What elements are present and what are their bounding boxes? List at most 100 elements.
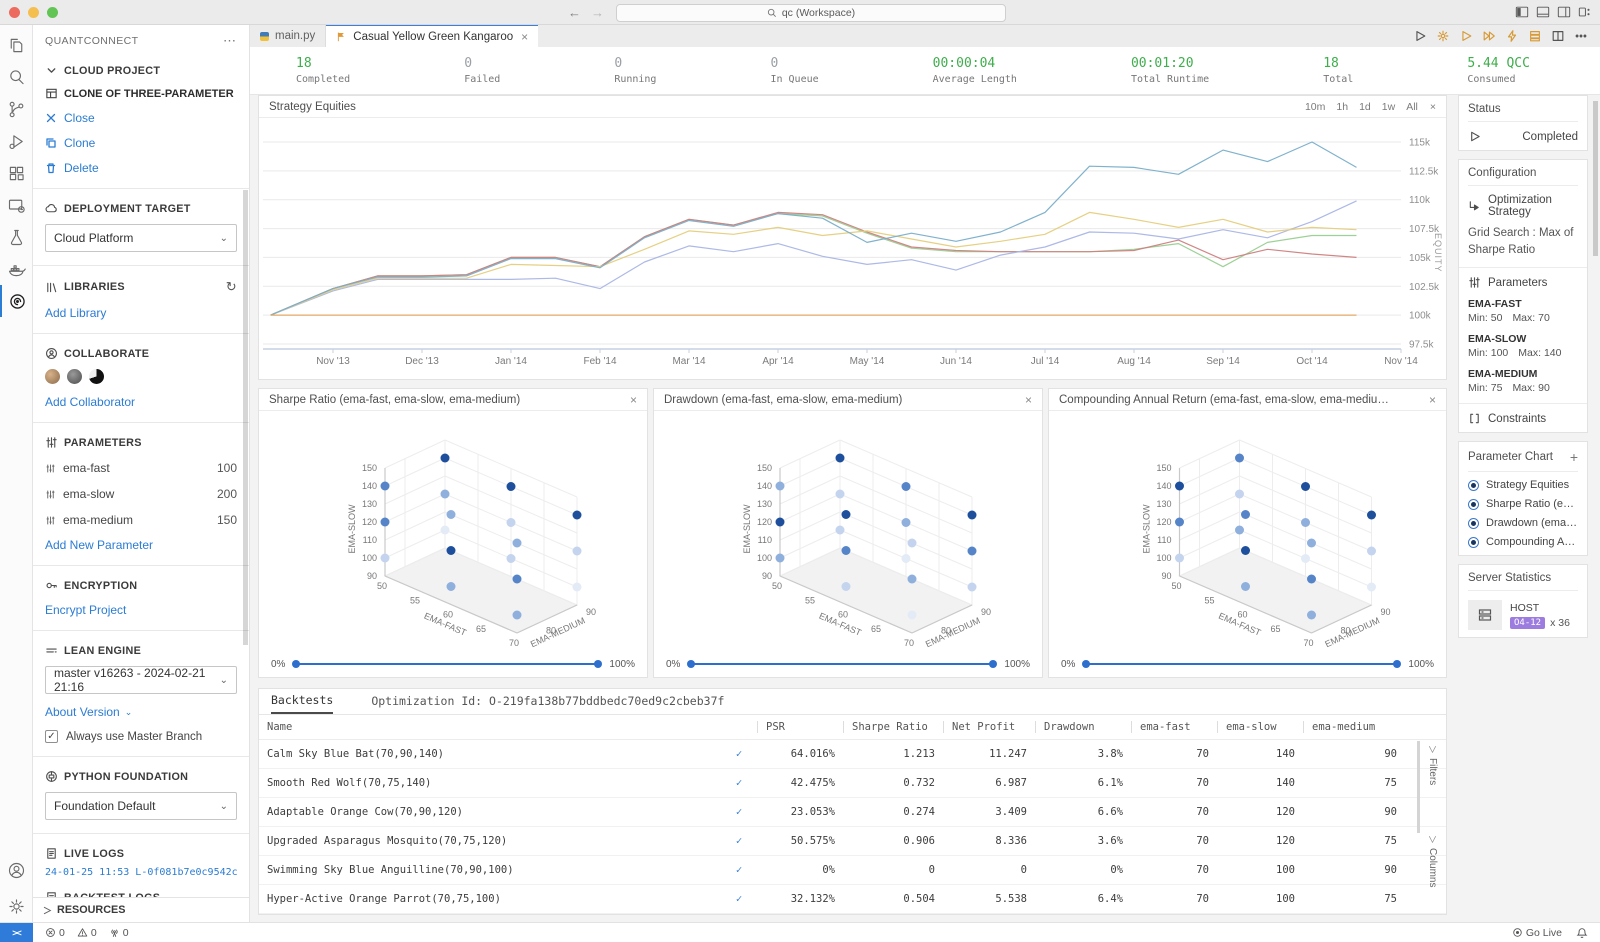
sidebar-more-icon[interactable]: ⋯ — [223, 33, 237, 49]
column-header-psr[interactable]: PSR — [757, 721, 843, 733]
notifications-bell-icon[interactable] — [1576, 927, 1588, 939]
backtest-row[interactable]: Adaptable Orange Cow(70,90,120)✓23.053%0… — [259, 798, 1446, 827]
minimize-window-button[interactable] — [28, 7, 39, 18]
encrypt-project-button[interactable]: Encrypt Project — [45, 603, 237, 617]
close-project-button[interactable]: Close — [45, 111, 237, 125]
checkbox-checked[interactable]: ✓ — [45, 730, 58, 743]
docker-icon[interactable] — [0, 253, 33, 285]
close-panel-icon[interactable]: × — [630, 393, 637, 407]
slider-handle-min[interactable] — [687, 660, 695, 668]
range-1w[interactable]: 1w — [1382, 101, 1395, 113]
filters-rail-button[interactable]: ＞ Filters — [1426, 745, 1439, 785]
testing-icon[interactable] — [0, 221, 33, 253]
optimize-fast-forward-icon[interactable] — [1482, 29, 1496, 43]
close-panel-icon[interactable]: × — [1429, 393, 1436, 407]
more-actions-icon[interactable] — [1574, 29, 1588, 43]
avatar[interactable] — [45, 369, 60, 384]
chart-option-compounding-annual[interactable]: Compounding Annual ... — [1468, 536, 1578, 548]
clone-project-button[interactable]: Clone — [45, 136, 237, 150]
backtest-row[interactable]: Calm Sky Blue Bat(70,90,140)✓64.016%1.21… — [259, 740, 1446, 769]
account-icon[interactable] — [0, 854, 33, 886]
extensions-icon[interactable] — [0, 157, 33, 189]
slider-handle-max[interactable] — [989, 660, 997, 668]
backtests-tab[interactable]: Backtests — [271, 693, 333, 714]
go-live-button[interactable]: Go Live — [1512, 927, 1562, 939]
zoom-window-button[interactable] — [47, 7, 58, 18]
parameter-ema-medium[interactable]: ema-medium150 — [45, 513, 237, 527]
chart-option-sharpe-ratio-ema-fast[interactable]: Sharpe Ratio (ema-fast... — [1468, 498, 1578, 510]
add-collaborator-button[interactable]: Add Collaborator — [45, 395, 237, 409]
backtest-row[interactable]: Smooth Red Wolf(70,75,140)✓42.475%0.7326… — [259, 769, 1446, 798]
toggle-sidebar-icon[interactable] — [1515, 5, 1529, 19]
range-1d[interactable]: 1d — [1359, 101, 1371, 113]
refresh-icon[interactable]: ↻ — [226, 279, 237, 295]
window-controls[interactable] — [9, 7, 58, 18]
lean-version-select[interactable]: master v16263 - 2024-02-21 21:16 ⌄ — [45, 666, 237, 694]
server-stack-icon[interactable] — [1528, 29, 1542, 43]
column-header-name[interactable]: Name — [259, 721, 721, 733]
tab-optimization-result[interactable]: Casual Yellow Green Kangaroo × — [326, 25, 538, 47]
table-scrollbar[interactable] — [1417, 741, 1420, 833]
ports-indicator[interactable]: 0 — [109, 927, 129, 939]
backtest-play-icon[interactable] — [1459, 29, 1473, 43]
resources-section[interactable]: ＞ RESOURCES — [33, 897, 249, 922]
slider-track[interactable] — [688, 663, 996, 665]
run-icon[interactable] — [1413, 29, 1427, 43]
add-new-parameter-button[interactable]: Add New Parameter — [45, 538, 237, 552]
split-editor-icon[interactable] — [1551, 29, 1565, 43]
add-library-button[interactable]: Add Library — [45, 306, 237, 320]
slider-handle-min[interactable] — [292, 660, 300, 668]
live-log-entry[interactable]: 24-01-25 11:53 L-0f081b7e0c9542c11ad5.. — [45, 867, 237, 878]
sidebar-scrollbar[interactable] — [243, 190, 248, 645]
backtest-row[interactable]: Hyper-Active Orange Parrot(70,75,100)✓32… — [259, 885, 1446, 914]
close-tab-icon[interactable]: × — [521, 30, 528, 44]
avatar[interactable] — [67, 369, 82, 384]
remote-explorer-icon[interactable] — [0, 189, 33, 221]
slider-handle-max[interactable] — [594, 660, 602, 668]
quantconnect-icon[interactable] — [0, 285, 33, 317]
chart-option-strategy-equities[interactable]: Strategy Equities — [1468, 479, 1578, 491]
parameter-ema-slow[interactable]: ema-slow200 — [45, 487, 237, 501]
deployment-target-select[interactable]: Cloud Platform ⌄ — [45, 224, 237, 252]
range-10m[interactable]: 10m — [1305, 101, 1325, 113]
nav-forward-icon[interactable]: → — [591, 5, 604, 20]
backtest-row[interactable]: Swimming Sky Blue Anguilline(70,90,100)✓… — [259, 856, 1446, 885]
column-header-sharpe-ratio[interactable]: Sharpe Ratio — [843, 721, 943, 733]
column-header-net-profit[interactable]: Net Profit — [943, 721, 1035, 733]
toggle-secondary-sidebar-icon[interactable] — [1557, 5, 1571, 19]
close-window-button[interactable] — [9, 7, 20, 18]
main-scrollbar[interactable] — [1593, 101, 1598, 256]
errors-indicator[interactable]: 0 — [45, 927, 65, 939]
delete-project-button[interactable]: Delete — [45, 161, 237, 175]
add-chart-icon[interactable]: + — [1570, 449, 1578, 465]
range-all[interactable]: All — [1406, 101, 1418, 113]
live-lightning-icon[interactable] — [1505, 29, 1519, 43]
build-gear-icon[interactable] — [1436, 29, 1450, 43]
parameter-ema-fast[interactable]: ema-fast100 — [45, 461, 237, 475]
project-name[interactable]: CLONE OF THREE-PARAMETER OPTIMI... — [45, 87, 237, 100]
nav-back-icon[interactable]: ← — [568, 5, 581, 20]
source-control-icon[interactable] — [0, 93, 33, 125]
slider-handle-max[interactable] — [1393, 660, 1401, 668]
column-header-ema-fast[interactable]: ema-fast — [1131, 721, 1217, 733]
column-header-ema-medium[interactable]: ema-medium — [1303, 721, 1405, 733]
explorer-icon[interactable] — [0, 29, 33, 61]
warnings-indicator[interactable]: 0 — [77, 927, 97, 939]
slider-track[interactable] — [1083, 663, 1400, 665]
settings-gear-icon[interactable] — [0, 890, 33, 922]
column-header-ema-slow[interactable]: ema-slow — [1217, 721, 1303, 733]
slider-handle-min[interactable] — [1082, 660, 1090, 668]
toggle-panel-icon[interactable] — [1536, 5, 1550, 19]
python-foundation-select[interactable]: Foundation Default ⌄ — [45, 792, 237, 820]
close-panel-icon[interactable]: × — [1430, 101, 1436, 113]
customize-layout-icon[interactable] — [1578, 5, 1592, 19]
remote-indicator[interactable]: >< — [0, 923, 33, 942]
backtest-row[interactable]: Upgraded Asparagus Mosquito(70,75,120)✓5… — [259, 827, 1446, 856]
workspace-search-input[interactable]: qc (Workspace) — [616, 4, 1006, 22]
close-panel-icon[interactable]: × — [1025, 393, 1032, 407]
column-header-drawdown[interactable]: Drawdown — [1035, 721, 1131, 733]
run-debug-icon[interactable] — [0, 125, 33, 157]
avatar[interactable] — [89, 369, 104, 384]
slider-track[interactable] — [293, 663, 601, 665]
about-version-link[interactable]: About Version ⌄ — [45, 705, 237, 719]
